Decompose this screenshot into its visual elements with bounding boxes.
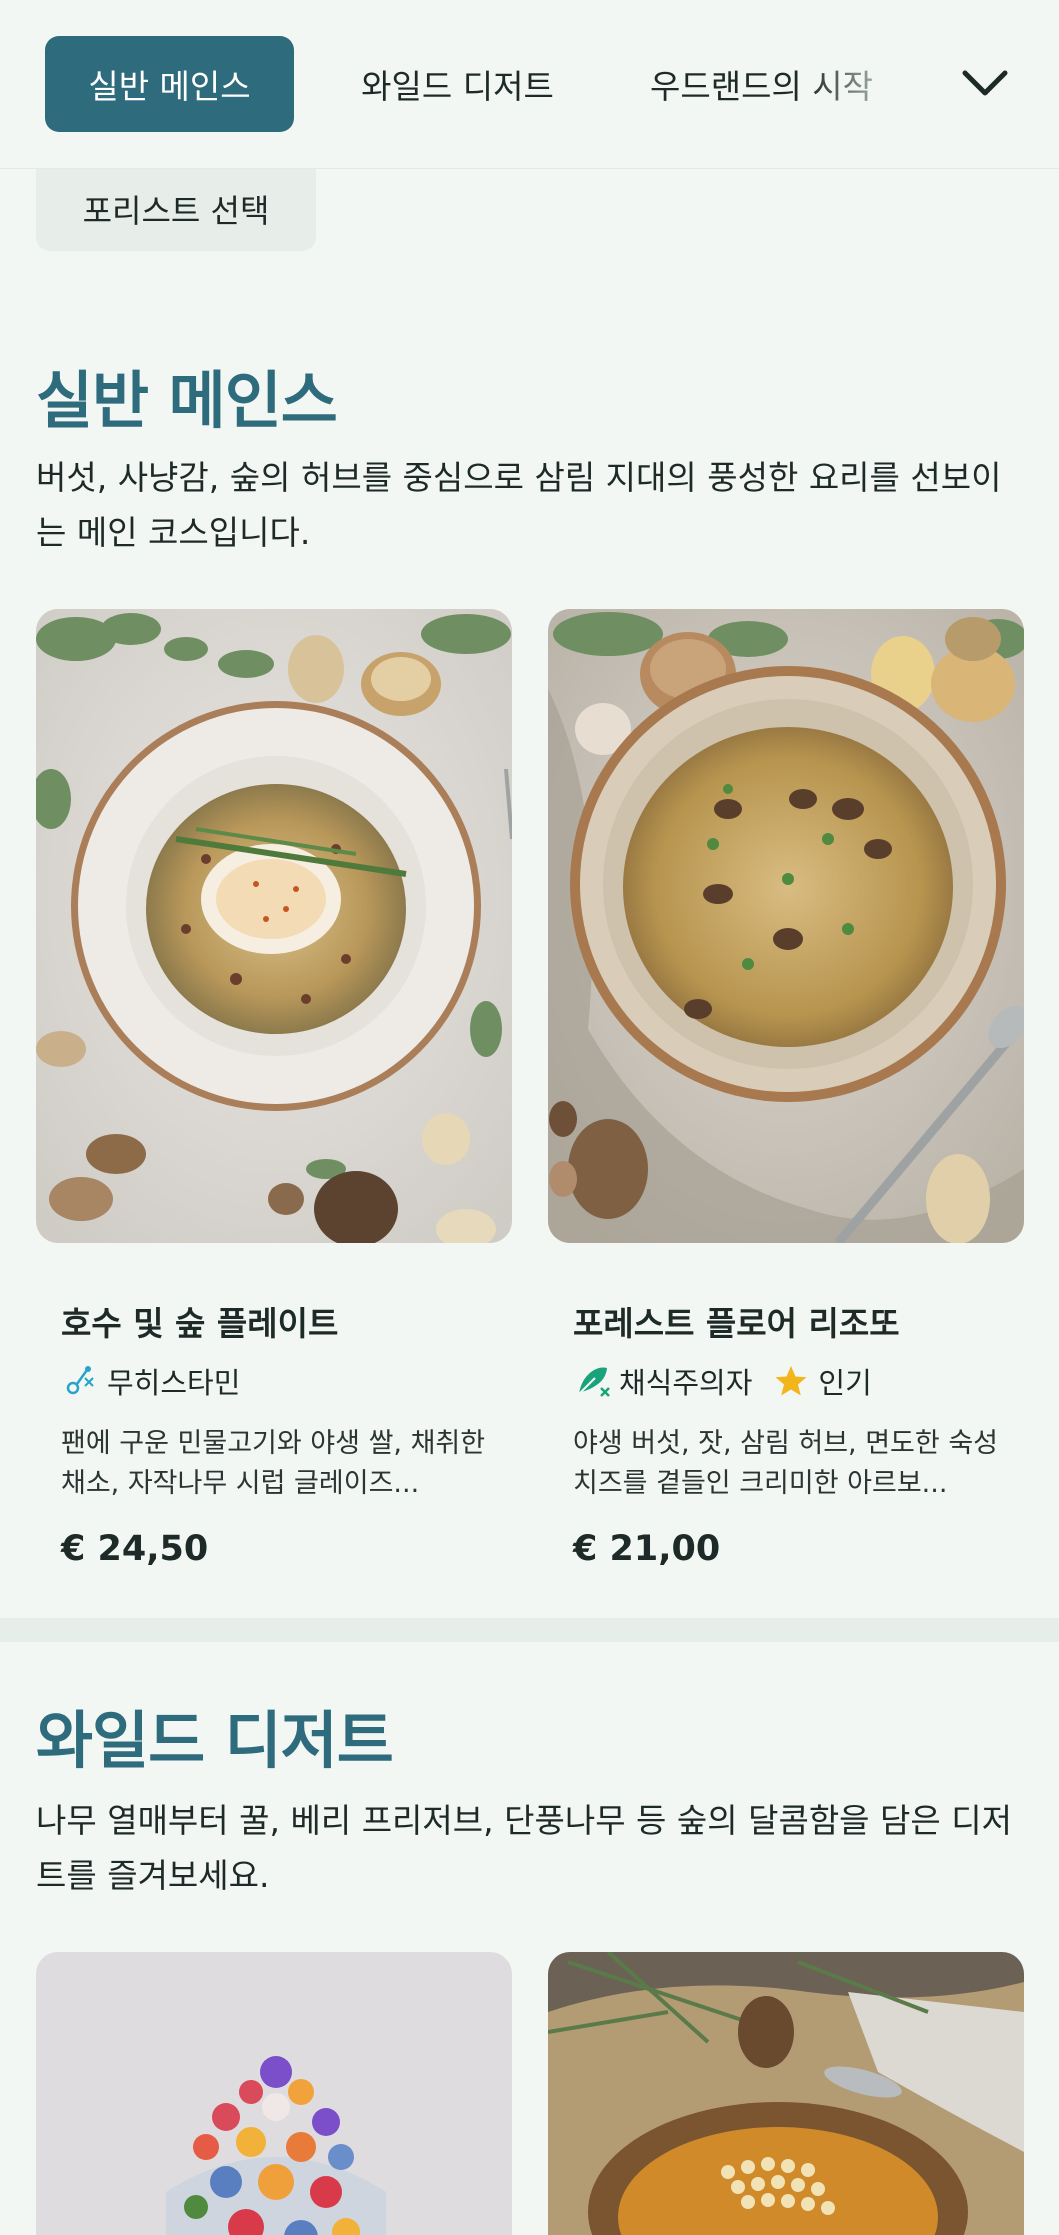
- dish-tags: 채식주의자 인기: [573, 1361, 892, 1401]
- dish-photo: [548, 1952, 1024, 2235]
- menu-card[interactable]: 호수 및 숲 플레이트 무히스타민 팬에 구운 민물고기와 야생 쌀, 채취한 …: [36, 609, 512, 1569]
- section-title-mains: 실반 메인스: [36, 364, 338, 437]
- dish-photo: [36, 609, 512, 1243]
- section-divider: [0, 1618, 1059, 1642]
- tab-woodland-starters[interactable]: 우드랜드의 시작: [650, 36, 910, 132]
- menu-card[interactable]: [548, 1952, 1024, 2235]
- category-nav: 실반 메인스 와일드 디저트 우드랜드의 시작: [0, 0, 1059, 169]
- star-icon: [775, 1366, 807, 1396]
- tab-wild-desserts[interactable]: 와일드 디저트: [345, 36, 570, 132]
- dish-name: 호수 및 숲 플레이트: [61, 1304, 339, 1343]
- tag-histamine-free: 무히스타민: [61, 1360, 240, 1402]
- dish-photo: [548, 609, 1024, 1243]
- chevron-down-icon[interactable]: [955, 58, 1015, 108]
- tag-popular: 인기: [772, 1360, 872, 1402]
- forest-select-chip[interactable]: 포리스트 선택: [36, 166, 316, 251]
- dish-price: € 21,00: [573, 1529, 721, 1569]
- dish-price: € 24,50: [61, 1529, 209, 1569]
- section-description-desserts: 나무 열매부터 꿀, 베리 프리저브, 단풍나무 등 숲의 달콤함을 담은 디저…: [36, 1801, 1012, 1895]
- tab-sylvan-mains[interactable]: 실반 메인스: [45, 36, 294, 132]
- dish-description: 야생 버섯, 잣, 삼림 허브, 면도한 숙성 치즈를 곁들인 크리미한 아르보…: [573, 1428, 999, 1499]
- vegetarian-icon: [576, 1367, 610, 1397]
- dish-name: 포레스트 플로어 리조또: [573, 1304, 900, 1343]
- histamine-free-icon: [66, 1366, 94, 1395]
- menu-card[interactable]: [36, 1952, 512, 2235]
- section-title-desserts: 와일드 디저트: [36, 1704, 394, 1777]
- tag-vegetarian: 채식주의자: [573, 1360, 752, 1402]
- menu-card[interactable]: 포레스트 플로어 리조또 채식주의자 인기 야생 버섯, 잣, 삼림 허브, 면…: [548, 609, 1024, 1569]
- dish-photo: [36, 1952, 512, 2235]
- dish-tags: 무히스타민: [61, 1361, 260, 1401]
- section-description-mains: 버섯, 사냥감, 숲의 허브를 중심으로 삼림 지대의 풍성한 요리를 선보이는…: [36, 458, 1002, 552]
- dish-description: 팬에 구운 민물고기와 야생 쌀, 채취한 채소, 자작나무 시럽 글레이즈..…: [61, 1428, 486, 1499]
